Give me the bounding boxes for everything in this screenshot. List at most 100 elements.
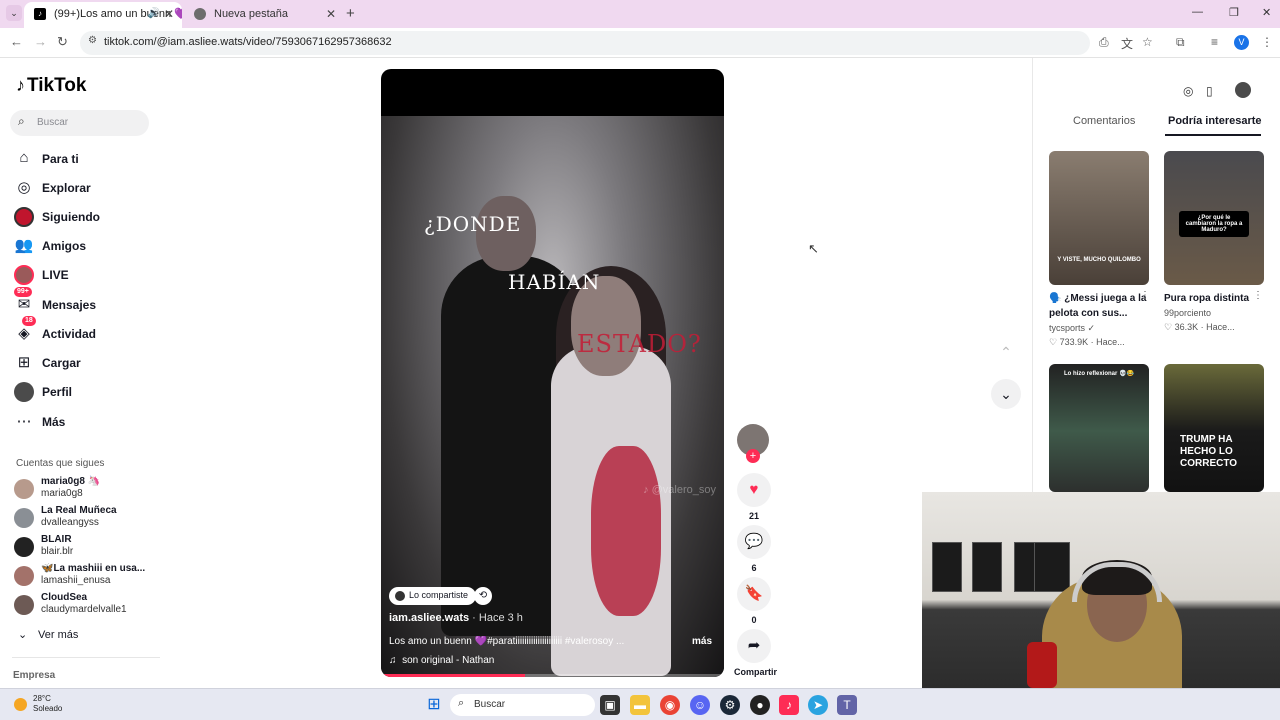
extensions-icon[interactable]: ⧉	[1176, 35, 1185, 50]
task-view-icon[interactable]: ▣	[600, 695, 620, 715]
obs-icon[interactable]: ●	[750, 695, 770, 715]
media-icon[interactable]: ≡	[1211, 35, 1218, 49]
telegram-icon[interactable]: ➤	[808, 695, 828, 715]
nav-perfil[interactable]: Perfil	[14, 381, 154, 403]
tiktok-logo[interactable]: ♪ TikTok	[16, 75, 86, 97]
nav-siguiendo[interactable]: Siguiendo	[14, 206, 154, 228]
video-sound[interactable]: ♫ son original - Nathan	[389, 655, 494, 666]
repost-icon[interactable]: ⟲	[474, 587, 492, 605]
like-button[interactable]: ♥	[737, 473, 771, 507]
discord-icon[interactable]: ☺	[690, 695, 710, 715]
recommended-thumbnail[interactable]: Y VISTE, MUCHO QUILOMBO	[1049, 151, 1149, 285]
install-icon[interactable]: ⎙	[1099, 35, 1109, 50]
following-item[interactable]: BLAIR blair.blr	[14, 534, 154, 560]
nav-para-ti[interactable]: ⌂ Para ti	[14, 148, 154, 170]
nav-mas[interactable]: ⋯ Más	[14, 411, 154, 433]
close-tab-icon[interactable]: ✕	[326, 2, 336, 26]
tiktok-app-icon[interactable]: ♪	[779, 695, 799, 715]
windows-start-icon[interactable]: ⊞	[424, 695, 444, 715]
avatar	[14, 595, 34, 615]
lyric-line: HABÍAN	[508, 270, 601, 294]
more-options-icon[interactable]: ⋮	[1140, 290, 1150, 301]
new-tab-icon[interactable]: +	[346, 5, 355, 22]
tab-podria-interesarte[interactable]: Podría interesarte	[1168, 115, 1262, 127]
compass-icon[interactable]: ◎	[1183, 84, 1193, 98]
thumbnail-caption: ¿Por qué le cambiaron la ropa a Maduro?	[1179, 211, 1249, 237]
back-icon[interactable]: ←	[10, 34, 23, 49]
nav-amigos[interactable]: 👥 Amigos	[14, 235, 154, 257]
brand-name: TikTok	[27, 75, 87, 96]
close-tab-icon[interactable]: ✕	[164, 2, 174, 26]
following-name: BLAIR	[41, 534, 72, 545]
nav-label: Mensajes	[42, 298, 97, 312]
sound-name: son original - Nathan	[402, 655, 495, 666]
thumbnail-caption: TRUMP HA HECHO LO CORRECTO	[1180, 434, 1238, 469]
company-link[interactable]: Empresa	[13, 670, 55, 681]
device-icon[interactable]: ▯	[1206, 84, 1213, 98]
recommended-thumbnail[interactable]: ¿Por qué le cambiaron la ropa a Maduro?	[1164, 151, 1264, 285]
video-player[interactable]: ¿DONDE HABÍAN ESTADO? ♪ @valero_soy Lo c…	[381, 69, 724, 677]
weather-condition: Soleado	[33, 704, 63, 713]
card-user[interactable]: 99porciento	[1164, 308, 1211, 318]
translate-icon[interactable]: 文	[1121, 35, 1133, 52]
comment-button[interactable]: 💬	[737, 525, 771, 559]
card-title[interactable]: 🗣️ ¿Messi juega a la pelota con sus...	[1049, 291, 1149, 321]
nav-live[interactable]: LIVE	[14, 264, 154, 286]
weather-temp: 28°C	[33, 694, 51, 703]
forward-icon[interactable]: →	[34, 34, 47, 49]
following-item[interactable]: maria0g8 🦄 maria0g8	[14, 476, 154, 502]
sun-icon[interactable]	[14, 698, 27, 711]
more-options-icon[interactable]: ⋮	[1253, 290, 1263, 301]
description-more-button[interactable]: más	[692, 636, 712, 647]
author-name: iam.asliee.wats	[389, 612, 470, 624]
card-title[interactable]: Pura ropa distinta	[1164, 291, 1264, 306]
nav-actividad[interactable]: ◈ 18 Actividad	[14, 316, 154, 345]
see-more-button[interactable]: ⌄ Ver más	[18, 628, 78, 641]
following-item[interactable]: 🦋La mashiii en usa... lamashii_enusa	[14, 563, 154, 589]
chrome-icon[interactable]: ◉	[660, 695, 680, 715]
url-text: tiktok.com/@iam.asliee.wats/video/759306…	[104, 36, 392, 48]
following-item[interactable]: CloudSea claudymardelvalle1	[14, 592, 154, 618]
file-explorer-icon[interactable]: ▬	[630, 695, 650, 715]
nav-explorar[interactable]: ◎ Explorar	[14, 177, 154, 199]
share-button[interactable]: ➦	[737, 629, 771, 663]
steam-icon[interactable]: ⚙	[720, 695, 740, 715]
user-avatar[interactable]	[1235, 82, 1251, 98]
recommended-thumbnail[interactable]: TRUMP HA HECHO LO CORRECTO	[1164, 364, 1264, 492]
video-author[interactable]: iam.asliee.wats · Hace 3 h	[389, 612, 523, 624]
taskbar-search[interactable]: ⌕ Buscar	[450, 694, 595, 716]
follow-plus-icon[interactable]: +	[746, 449, 760, 463]
search-input[interactable]: ⌕ Buscar	[10, 110, 149, 136]
tab-search-icon[interactable]: ⌄	[6, 5, 22, 21]
following-item[interactable]: La Real Muñeca dvalleangyss	[14, 505, 154, 531]
minimize-icon[interactable]: —	[1192, 6, 1203, 18]
close-window-icon[interactable]: ✕	[1262, 6, 1271, 19]
menu-icon[interactable]: ⋮	[1261, 35, 1273, 49]
save-button[interactable]: 🔖	[737, 577, 771, 611]
tab-new-tab[interactable]: Nueva pestaña ✕	[184, 2, 344, 28]
previous-video-button[interactable]: ⌃	[991, 337, 1021, 367]
lyric-line: ESTADO?	[577, 330, 702, 358]
recommended-thumbnail[interactable]: Lo hizo reflexionar 💀😂	[1049, 364, 1149, 492]
bookmark-star-icon[interactable]: ☆	[1142, 35, 1153, 49]
watermark-text: @valero_soy	[651, 484, 716, 496]
weather-widget[interactable]: 28°C Soleado	[33, 694, 62, 714]
nav-mensajes[interactable]: ✉ 99+ Mensajes	[14, 287, 154, 316]
maximize-icon[interactable]: ❐	[1229, 6, 1239, 19]
speaker-icon[interactable]: 🔊	[148, 2, 160, 26]
teams-icon[interactable]: T	[837, 695, 857, 715]
friends-icon: 👥	[14, 237, 34, 254]
profile-avatar[interactable]: V	[1234, 35, 1249, 50]
omnibox[interactable]: ⚙ tiktok.com/@iam.asliee.wats/video/7593…	[80, 31, 1090, 55]
nav-cargar[interactable]: ⊞ Cargar	[14, 352, 154, 374]
shared-label: Lo compartiste	[409, 590, 469, 600]
tab-comentarios[interactable]: Comentarios	[1073, 115, 1135, 127]
video-progress-bar[interactable]	[381, 674, 724, 677]
site-info-icon[interactable]: ⚙	[88, 35, 97, 46]
next-video-button[interactable]: ⌄	[991, 379, 1021, 409]
shared-chip[interactable]: Lo compartiste	[389, 587, 477, 605]
avatar	[14, 479, 34, 499]
tab-tiktok[interactable]: ♪ (99+)Los amo un buenn 💜 🔊 ✕	[24, 2, 182, 28]
card-user[interactable]: tycsports ✓	[1049, 323, 1095, 334]
reload-icon[interactable]: ↻	[57, 34, 68, 50]
